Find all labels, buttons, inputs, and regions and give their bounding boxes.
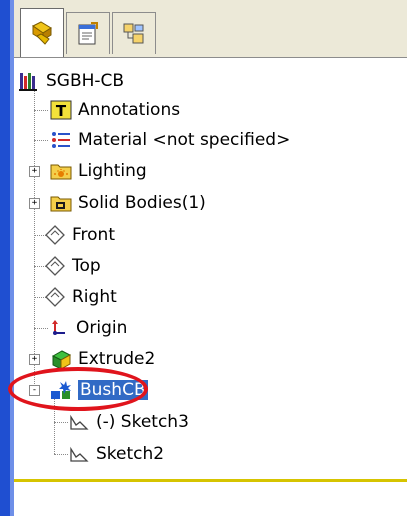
tree-branch bbox=[54, 422, 68, 423]
tree-item-label: Front bbox=[72, 225, 115, 245]
solid-bodies-folder-icon bbox=[50, 192, 72, 214]
material-icon bbox=[50, 129, 72, 151]
plane-icon bbox=[44, 224, 66, 246]
feature-manager-panel: SGBH-CB T Annotations Material <not spec… bbox=[14, 0, 407, 516]
tree-item-sketch2[interactable]: Sketch2 bbox=[68, 439, 164, 469]
origin-icon bbox=[48, 317, 70, 339]
tab-feature-manager[interactable] bbox=[20, 8, 64, 58]
tab-configuration-manager[interactable] bbox=[112, 12, 156, 54]
tree-item-label: Origin bbox=[76, 318, 128, 338]
tree-item-label: Right bbox=[72, 287, 117, 307]
tree-item-material[interactable]: Material <not specified> bbox=[50, 125, 290, 155]
tree-item-label: Solid Bodies(1) bbox=[78, 193, 206, 213]
tree-branch bbox=[34, 140, 48, 141]
collapse-toggle[interactable]: - bbox=[29, 385, 40, 396]
lighting-folder-icon bbox=[50, 160, 72, 182]
tree-item-right-plane[interactable]: Right bbox=[44, 282, 117, 312]
extrude-icon bbox=[50, 348, 72, 370]
tree-item-solid-bodies[interactable]: Solid Bodies(1) bbox=[50, 188, 206, 218]
annotations-icon: T bbox=[50, 99, 72, 121]
sketch-icon bbox=[68, 443, 90, 465]
hole-wizard-icon bbox=[50, 379, 72, 401]
expand-toggle[interactable]: + bbox=[29, 198, 40, 209]
manager-tab-bar bbox=[14, 0, 407, 58]
empty-panel-area bbox=[14, 482, 407, 516]
feature-manager-icon bbox=[32, 20, 52, 45]
part-icon bbox=[18, 70, 40, 92]
expand-toggle[interactable]: + bbox=[29, 166, 40, 177]
tree-root-label: SGBH-CB bbox=[46, 71, 125, 91]
configuration-manager-icon bbox=[123, 23, 144, 43]
tree-item-label: Lighting bbox=[78, 161, 147, 181]
tab-bar-bottom-line bbox=[14, 57, 407, 58]
expand-toggle[interactable]: + bbox=[29, 354, 40, 365]
tree-item-bushcb[interactable]: BushCB bbox=[50, 375, 148, 405]
tree-item-label: (-) Sketch3 bbox=[96, 412, 189, 432]
tree-item-label: Extrude2 bbox=[78, 349, 156, 369]
tree-item-label: Annotations bbox=[78, 100, 181, 120]
tree-item-label: Material <not specified> bbox=[78, 130, 291, 150]
sketch-icon bbox=[68, 411, 90, 433]
tree-item-sketch3[interactable]: (-) Sketch3 bbox=[68, 407, 189, 437]
tree-guide-line bbox=[34, 88, 35, 390]
svg-text:T: T bbox=[56, 102, 67, 120]
tree-item-label: Top bbox=[72, 256, 101, 276]
tree-item-label: Sketch2 bbox=[96, 444, 165, 464]
plane-icon bbox=[44, 286, 66, 308]
window-frame-edge bbox=[0, 0, 14, 516]
tree-item-origin[interactable]: Origin bbox=[48, 313, 127, 343]
tree-item-top-plane[interactable]: Top bbox=[44, 251, 101, 281]
tree-item-front-plane[interactable]: Front bbox=[44, 220, 115, 250]
tree-item-extrude2[interactable]: Extrude2 bbox=[50, 344, 155, 374]
tree-branch bbox=[34, 110, 48, 111]
tree-item-label-selected: BushCB bbox=[78, 380, 148, 400]
tree-branch bbox=[54, 454, 68, 455]
tree-root[interactable]: SGBH-CB bbox=[18, 66, 124, 96]
tree-item-lighting[interactable]: Lighting bbox=[50, 156, 147, 186]
property-manager-icon bbox=[78, 21, 98, 44]
tab-property-manager[interactable] bbox=[66, 12, 110, 54]
tree-item-annotations[interactable]: T Annotations bbox=[50, 95, 180, 125]
plane-icon bbox=[44, 255, 66, 277]
tree-branch bbox=[34, 328, 48, 329]
